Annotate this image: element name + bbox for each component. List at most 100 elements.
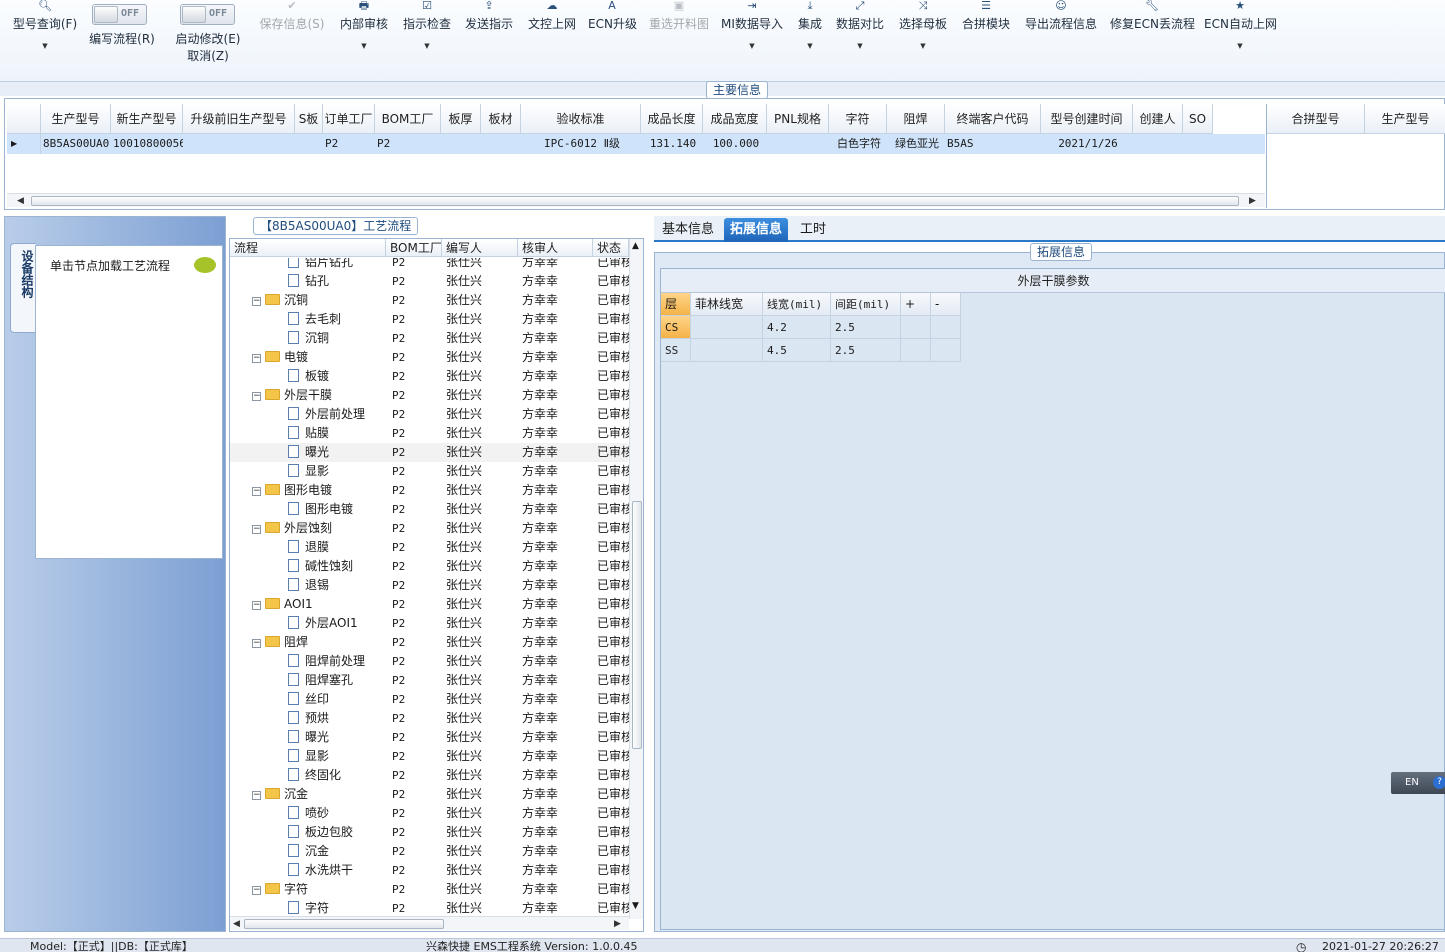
save-info-button[interactable]: ✔ 保存信息(S) xyxy=(256,0,328,76)
tree-node[interactable]: − 沉铜 xyxy=(252,291,386,310)
mi-import-button[interactable]: ⇥ MI数据导入 ▼ xyxy=(720,0,784,76)
col-header[interactable]: S板 xyxy=(295,104,323,134)
col-header-status[interactable]: 状态 xyxy=(593,239,629,257)
tree-row[interactable]: 板镀 P2 张仕兴 方幸幸 已审核 xyxy=(230,367,629,386)
tree-row[interactable]: 退锡 P2 张仕兴 方幸幸 已审核 xyxy=(230,576,629,595)
param-cell[interactable]: 4.2 xyxy=(763,316,831,339)
scroll-right-icon[interactable]: ▶ xyxy=(614,917,621,931)
select-master-button[interactable]: ⤨ 选择母板 ▼ xyxy=(897,0,949,76)
col-header[interactable]: 新生产型号 xyxy=(111,104,183,134)
doc-online-button[interactable]: ☁ 文控上网 xyxy=(526,0,578,76)
reselect-cutting-button[interactable]: ▣ 重选开料图 xyxy=(646,0,712,76)
tree-row[interactable]: 阻焊前处理 P2 张仕兴 方幸幸 已审核 xyxy=(230,652,629,671)
col-header[interactable]: 成品宽度 xyxy=(703,104,767,134)
tree-node[interactable]: 字符 xyxy=(288,899,386,916)
tree-row[interactable]: − 图形电镀 P2 张仕兴 方幸幸 已审核 xyxy=(230,481,629,500)
export-flow-button[interactable]: ☺ 导出流程信息 xyxy=(1022,0,1100,76)
col-header[interactable]: 成品长度 xyxy=(641,104,703,134)
tree-row[interactable]: 钻孔 P2 张仕兴 方幸幸 已审核 xyxy=(230,272,629,291)
tree-node[interactable]: 沉铜 xyxy=(288,329,386,348)
tree-node[interactable]: − 沉金 xyxy=(252,785,386,804)
tree-row[interactable]: 字符 P2 张仕兴 方幸幸 已审核 xyxy=(230,899,629,916)
tree-node[interactable]: 喷砂 xyxy=(288,804,386,823)
merge-module-button[interactable]: ☰ 合拼模块 xyxy=(960,0,1012,76)
tree-row[interactable]: − 字符 P2 张仕兴 方幸幸 已审核 xyxy=(230,880,629,899)
start-modify-toggle[interactable]: OFF xyxy=(180,4,235,25)
fix-ecn-button[interactable]: 🔧︎ 修复ECN丢流程 xyxy=(1110,0,1195,76)
table-cell[interactable]: 8B5AS00UA0 xyxy=(43,134,111,154)
device-structure-tab[interactable]: 设备结构 xyxy=(10,243,36,333)
param-cell[interactable] xyxy=(901,316,931,339)
tree-row[interactable]: − 阻焊 P2 张仕兴 方幸幸 已审核 xyxy=(230,633,629,652)
tree-node[interactable]: 板镀 xyxy=(288,367,386,386)
tree-node[interactable]: 预烘 xyxy=(288,709,386,728)
col-header[interactable]: 订单工厂 xyxy=(323,104,375,134)
tree-row[interactable]: 显影 P2 张仕兴 方幸幸 已审核 xyxy=(230,462,629,481)
col-header[interactable]: 终端客户代码 xyxy=(945,104,1041,134)
tree-row[interactable]: 显影 P2 张仕兴 方幸幸 已审核 xyxy=(230,747,629,766)
tree-node[interactable]: 外层AOI1 xyxy=(288,614,386,633)
col-header[interactable]: 字符 xyxy=(829,104,887,134)
scroll-thumb[interactable] xyxy=(244,919,444,929)
tree-node[interactable]: − AOI1 xyxy=(252,595,386,614)
tree-node[interactable]: − 电镀 xyxy=(252,348,386,367)
tree-row[interactable]: 水洗烘干 P2 张仕兴 方幸幸 已审核 xyxy=(230,861,629,880)
collapse-icon[interactable]: − xyxy=(252,639,261,648)
instruction-check-button[interactable]: ☑ 指示检查 ▼ xyxy=(401,0,453,76)
table-cell[interactable]: 2021/1/26 xyxy=(1043,134,1133,154)
tree-node[interactable]: 丝印 xyxy=(288,690,386,709)
table-cell[interactable]: IPC-6012 Ⅱ级 xyxy=(523,134,641,154)
col-header[interactable]: 生产型号 xyxy=(41,104,111,134)
col-header-reviewer[interactable]: 核审人 xyxy=(518,239,593,257)
tree-node[interactable]: 阻焊塞孔 xyxy=(288,671,386,690)
col-header[interactable]: 升级前旧生产型号 xyxy=(183,104,295,134)
tree-node[interactable]: 曝光 xyxy=(288,443,386,462)
tree-vscrollbar[interactable]: ▲ ▼ xyxy=(629,239,643,919)
tree-row[interactable]: 外层前处理 P2 张仕兴 方幸幸 已审核 xyxy=(230,405,629,424)
collapse-icon[interactable]: − xyxy=(252,487,261,496)
param-cell[interactable] xyxy=(691,339,763,362)
col-header[interactable]: PNL规格 xyxy=(767,104,829,134)
add-row-button[interactable]: + xyxy=(901,293,931,316)
col-header[interactable]: 生产型号 xyxy=(1365,104,1445,134)
param-cell[interactable]: SS xyxy=(661,339,691,362)
table-cell[interactable]: 绿色亚光 xyxy=(889,134,945,154)
tree-node[interactable]: 阻焊前处理 xyxy=(288,652,386,671)
help-icon[interactable]: ? xyxy=(1433,776,1445,789)
remove-row-button[interactable]: - xyxy=(931,293,961,316)
table-cell[interactable]: 白色字符 xyxy=(831,134,887,154)
col-header[interactable]: 阻焊 xyxy=(887,104,945,134)
tree-node[interactable]: 退锡 xyxy=(288,576,386,595)
tree-row[interactable]: − 沉铜 P2 张仕兴 方幸幸 已审核 xyxy=(230,291,629,310)
language-bar[interactable]: EN ? xyxy=(1391,772,1445,794)
scroll-left-icon[interactable]: ◀ xyxy=(233,917,240,931)
collapse-icon[interactable]: − xyxy=(252,392,261,401)
collapse-icon[interactable]: − xyxy=(252,297,261,306)
tree-row[interactable]: − 外层干膜 P2 张仕兴 方幸幸 已审核 xyxy=(230,386,629,405)
param-cell[interactable] xyxy=(931,339,961,362)
tree-row[interactable]: 外层AOI1 P2 张仕兴 方幸幸 已审核 xyxy=(230,614,629,633)
tree-row[interactable]: − 电镀 P2 张仕兴 方幸幸 已审核 xyxy=(230,348,629,367)
tree-row[interactable]: 丝印 P2 张仕兴 方幸幸 已审核 xyxy=(230,690,629,709)
tree-row[interactable]: 铝片钻孔 P2 张仕兴 方幸幸 已审核 xyxy=(230,258,629,272)
scroll-right-icon[interactable]: ▶ xyxy=(1249,194,1256,208)
tree-row[interactable]: 预烘 P2 张仕兴 方幸幸 已审核 xyxy=(230,709,629,728)
integrate-button[interactable]: ⤓ 集成 ▼ xyxy=(795,0,825,76)
write-flow-toggle[interactable]: OFF xyxy=(92,4,147,25)
table-cell[interactable]: P2 xyxy=(325,134,375,154)
tree-node[interactable]: 板边包胶 xyxy=(288,823,386,842)
col-header[interactable]: SO xyxy=(1183,104,1213,134)
tree-node[interactable]: 曝光 xyxy=(288,728,386,747)
tree-node[interactable]: 退膜 xyxy=(288,538,386,557)
tree-row[interactable]: 喷砂 P2 张仕兴 方幸幸 已审核 xyxy=(230,804,629,823)
tab-extended-info[interactable]: 拓展信息 xyxy=(724,218,789,242)
param-cell[interactable]: 2.5 xyxy=(831,316,901,339)
tree-node[interactable]: − 阻焊 xyxy=(252,633,386,652)
param-cell[interactable] xyxy=(931,316,961,339)
tree-row[interactable]: 终固化 P2 张仕兴 方幸幸 已审核 xyxy=(230,766,629,785)
table-cell[interactable]: 10010800056580 xyxy=(113,134,183,154)
col-header-bom-factory[interactable]: BOM工厂 xyxy=(386,239,442,257)
tree-row[interactable]: 退膜 P2 张仕兴 方幸幸 已审核 xyxy=(230,538,629,557)
tree-row[interactable]: 曝光 P2 张仕兴 方幸幸 已审核 xyxy=(230,728,629,747)
tree-row[interactable]: 碱性蚀刻 P2 张仕兴 方幸幸 已审核 xyxy=(230,557,629,576)
